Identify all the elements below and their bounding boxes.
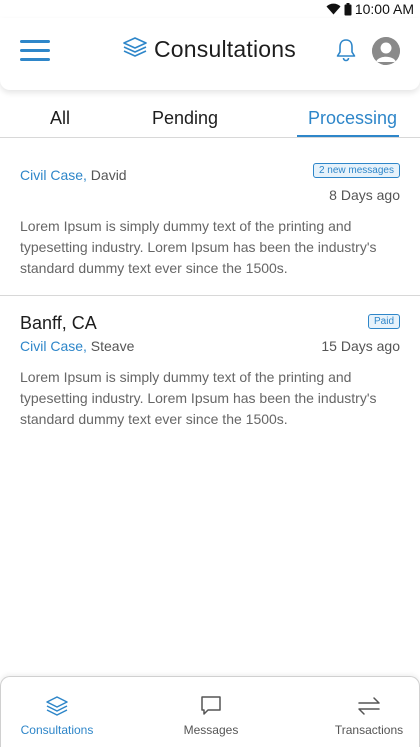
menu-button[interactable] [20, 40, 50, 62]
hamburger-line [20, 49, 50, 52]
page-title-text: Consultations [154, 36, 296, 62]
active-tab-indicator [297, 135, 399, 137]
nav-consultations[interactable]: Consultations [21, 677, 93, 747]
status-time: 10:00 AM [354, 1, 414, 17]
consultation-location: Banff, CA [20, 313, 97, 333]
nav-messages[interactable]: Messages [181, 677, 241, 747]
tab-all[interactable]: All [50, 108, 70, 129]
case-line: Civil Case, David [20, 167, 127, 183]
client-name: Steave [90, 338, 135, 354]
battery-icon [344, 2, 352, 16]
case-type: Civil Case, [20, 167, 87, 183]
nav-label: Messages [183, 723, 239, 737]
layers-icon [122, 36, 148, 63]
page-title: Consultations [122, 36, 296, 63]
nav-label: Consultations [20, 723, 94, 737]
hamburger-line [20, 58, 50, 61]
days-ago: 15 Days ago [321, 338, 400, 354]
consultation-description: Lorem Ipsum is simply dummy text of the … [20, 369, 377, 427]
case-type: Civil Case, [20, 338, 87, 354]
consultation-card[interactable]: Banff, CA Paid Civil Case, Steave 15 Day… [0, 296, 420, 446]
case-line: Civil Case, Steave [20, 338, 134, 354]
notification-bell-icon[interactable] [335, 38, 357, 67]
app-header: Consultations [0, 18, 420, 90]
nav-label: Transactions [334, 723, 404, 737]
transfer-icon [355, 695, 383, 717]
days-ago: 8 Days ago [329, 187, 400, 203]
paid-badge: Paid [367, 314, 400, 329]
message-icon [200, 695, 222, 717]
wifi-icon [326, 3, 341, 15]
status-tabs: All Pending Processing [0, 98, 420, 138]
tab-pending[interactable]: Pending [152, 108, 218, 129]
client-name: David [90, 167, 127, 183]
bottom-navigation: Consultations Messages Transactions [0, 676, 420, 747]
consultation-card[interactable]: Civil Case, David 2 new messages 8 Days … [0, 138, 420, 296]
new-messages-badge: 2 new messages [312, 163, 400, 178]
nav-transactions[interactable]: Transactions [334, 677, 404, 747]
hamburger-icon [20, 40, 50, 43]
layers-icon [45, 695, 69, 717]
status-bar: 10:00 AM [0, 0, 420, 18]
consultation-description: Lorem Ipsum is simply dummy text of the … [20, 218, 377, 276]
avatar[interactable] [372, 37, 400, 65]
tab-processing[interactable]: Processing [308, 108, 397, 129]
